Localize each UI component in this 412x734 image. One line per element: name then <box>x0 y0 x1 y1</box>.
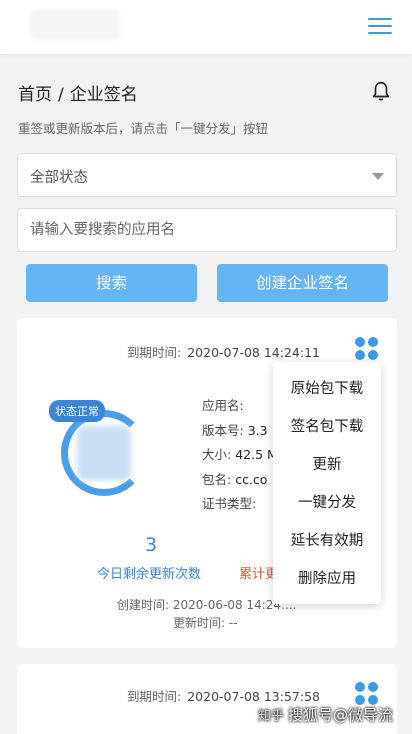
menu-item-download-original[interactable]: 原始包下载 <box>273 370 381 408</box>
status-filter-value: 全部状态 <box>30 170 88 186</box>
menu-item-distribute[interactable]: 一键分发 <box>273 484 381 522</box>
remaining-count: 3 <box>145 534 158 556</box>
breadcrumb-home[interactable]: 首页 <box>18 85 52 105</box>
grid-dot <box>355 350 365 360</box>
field-value: cc.co <box>235 472 268 487</box>
menu-line <box>368 25 392 27</box>
created-time: 创建时间: 2020-06-08 14:24:... <box>117 596 297 613</box>
more-grid-icon[interactable] <box>355 682 379 706</box>
menu-item-delete[interactable]: 删除应用 <box>273 560 381 598</box>
menu-item-update[interactable]: 更新 <box>273 446 381 484</box>
field-size: 大小: 42.5 M <box>202 444 278 463</box>
expire-value: 2020-07-08 14:24:11 <box>187 345 320 360</box>
field-version: 版本号: 3.3 <box>202 420 268 439</box>
breadcrumb: 首页 / 企业签名 <box>18 80 138 105</box>
watermark-zhihu: 知乎 <box>258 709 285 724</box>
breadcrumb-current: 企业签名 <box>69 85 138 105</box>
search-field[interactable] <box>17 208 397 252</box>
chevron-down-icon <box>372 173 384 180</box>
grid-dot <box>355 337 365 347</box>
field-label: 大小: <box>202 447 232 462</box>
status-filter-select[interactable]: 全部状态 <box>17 153 397 197</box>
create-enterprise-signature-button[interactable]: 创建企业签名 <box>217 264 388 302</box>
watermark-text: 搜狐号@微导流 <box>288 706 394 724</box>
app-logo[interactable] <box>30 10 120 40</box>
bell-icon[interactable] <box>370 80 392 102</box>
grid-dot <box>368 337 378 347</box>
breadcrumb-separator: / <box>58 85 64 105</box>
expire-time: 到期时间: 2020-07-08 14:24:11 <box>127 342 320 361</box>
app-icon-blurred <box>77 426 131 480</box>
menu-item-extend[interactable]: 延长有效期 <box>273 522 381 560</box>
search-input[interactable] <box>18 209 396 251</box>
grid-dot <box>355 682 365 692</box>
field-package: 包名: cc.co <box>202 469 267 488</box>
search-button[interactable]: 搜索 <box>26 264 197 302</box>
created-label: 创建时间: <box>117 598 170 612</box>
field-cert-type: 证书类型: <box>202 493 260 512</box>
field-value: 42.5 M <box>235 447 278 462</box>
field-label: 证书类型: <box>202 496 257 511</box>
updated-label: 更新时间: <box>173 616 226 630</box>
card-action-menu: 原始包下载 签名包下载 更新 一键分发 延长有效期 删除应用 <box>273 362 381 604</box>
watermark: 知乎 搜狐号@微导流 <box>258 704 393 725</box>
hamburger-menu-icon[interactable] <box>368 18 392 36</box>
updated-time: 更新时间: -- <box>173 614 238 631</box>
expire-label: 到期时间: <box>127 345 182 360</box>
field-value: 3.3 <box>247 423 268 438</box>
expire-value: 2020-07-08 13:57:58 <box>187 689 320 704</box>
field-label: 包名: <box>202 472 232 487</box>
grid-dot <box>368 682 378 692</box>
expire-label: 到期时间: <box>127 689 182 704</box>
menu-line <box>368 32 392 34</box>
top-bar <box>0 0 412 54</box>
hint-text: 重签或更新版本后，请点击「一键分发」按钮 <box>18 121 269 136</box>
field-label: 版本号: <box>202 423 244 438</box>
grid-dot <box>368 350 378 360</box>
more-grid-icon[interactable] <box>355 337 379 361</box>
field-label: 应用名: <box>202 398 244 413</box>
updated-value: -- <box>228 616 238 630</box>
menu-item-download-signed[interactable]: 签名包下载 <box>273 408 381 446</box>
field-app-name: 应用名: <box>202 395 248 414</box>
status-badge: 状态正常 <box>49 400 105 422</box>
menu-line <box>368 18 392 20</box>
expire-time: 到期时间: 2020-07-08 13:57:58 <box>127 686 320 705</box>
remaining-label: 今日剩余更新次数 <box>97 567 202 582</box>
